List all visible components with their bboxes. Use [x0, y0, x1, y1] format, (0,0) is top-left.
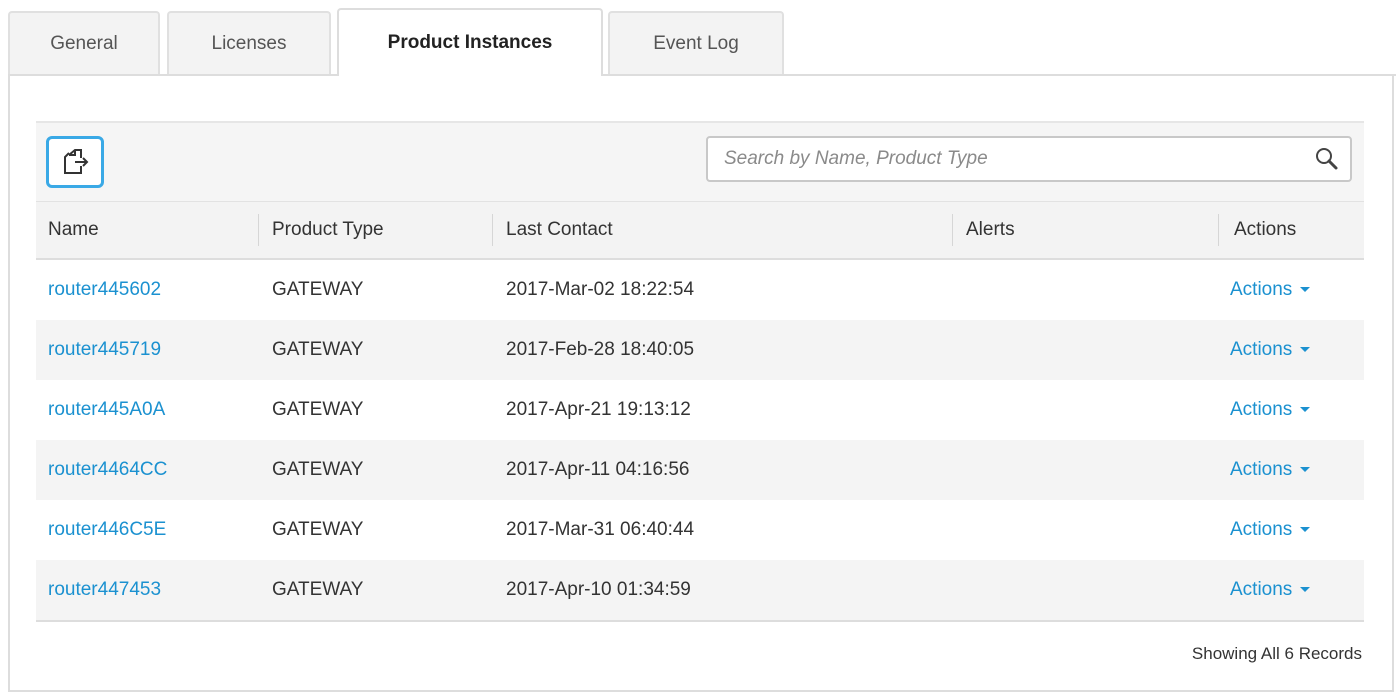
caret-down-icon: [1300, 407, 1311, 413]
column-header-product-type-label: Product Type: [272, 219, 384, 240]
table-row: router447453 GATEWAY 2017-Apr-10 01:34:5…: [36, 560, 1364, 620]
caret-down-icon: [1300, 587, 1311, 593]
column-header-actions: Actions: [1218, 202, 1364, 258]
column-header-last-contact-label: Last Contact: [506, 219, 613, 240]
last-contact-cell: 2017-Mar-31 06:40:44: [506, 519, 695, 540]
actions-label: Actions: [1230, 279, 1293, 300]
caret-down-icon: [1300, 347, 1311, 353]
export-icon: [64, 149, 89, 174]
tab-event-log-label: Event Log: [653, 32, 739, 54]
actions-dropdown[interactable]: Actions: [1230, 459, 1311, 481]
table-row: router445602 GATEWAY 2017-Mar-02 18:22:5…: [36, 260, 1364, 320]
caret-down-icon: [1300, 467, 1311, 473]
column-header-name[interactable]: Name: [48, 202, 258, 258]
column-header-actions-label: Actions: [1234, 219, 1297, 240]
actions-dropdown[interactable]: Actions: [1230, 579, 1311, 601]
tab-licenses-label: Licenses: [211, 32, 287, 54]
last-contact-cell: 2017-Feb-28 18:40:05: [506, 339, 695, 360]
product-instances-table: Name Product Type Last Contact Alerts Ac…: [36, 121, 1364, 622]
column-header-alerts[interactable]: Alerts: [952, 202, 1218, 258]
actions-dropdown[interactable]: Actions: [1230, 399, 1311, 421]
last-contact-cell: 2017-Mar-02 18:22:54: [506, 279, 695, 300]
tab-panel: Name Product Type Last Contact Alerts Ac…: [8, 76, 1394, 692]
instance-name-link[interactable]: router446C5E: [48, 519, 166, 541]
table-row: router446C5E GATEWAY 2017-Mar-31 06:40:4…: [36, 500, 1364, 560]
export-button[interactable]: [46, 136, 104, 188]
caret-down-icon: [1300, 287, 1311, 293]
instance-name-link[interactable]: router445719: [48, 339, 161, 361]
actions-dropdown[interactable]: Actions: [1230, 339, 1311, 361]
actions-label: Actions: [1230, 339, 1293, 360]
search-icon[interactable]: [1314, 146, 1340, 172]
column-header-last-contact[interactable]: Last Contact: [492, 202, 954, 258]
product-type-cell: GATEWAY: [272, 459, 364, 480]
last-contact-cell: 2017-Apr-10 01:34:59: [506, 579, 691, 600]
tab-event-log[interactable]: Event Log: [608, 11, 784, 74]
table-row: router4464CC GATEWAY 2017-Apr-11 04:16:5…: [36, 440, 1364, 500]
last-contact-cell: 2017-Apr-11 04:16:56: [506, 459, 690, 480]
tab-bar: General Licenses Product Instances Event…: [0, 0, 1396, 76]
last-contact-cell: 2017-Apr-21 19:13:12: [506, 399, 691, 420]
actions-dropdown[interactable]: Actions: [1230, 279, 1311, 301]
table-toolbar: [36, 121, 1364, 201]
product-type-cell: GATEWAY: [272, 339, 364, 360]
instance-name-link[interactable]: router445602: [48, 279, 161, 301]
tab-licenses[interactable]: Licenses: [167, 11, 331, 74]
tab-product-instances[interactable]: Product Instances: [337, 8, 603, 76]
tab-product-instances-label: Product Instances: [387, 32, 553, 53]
records-count: Showing All 6 Records: [1191, 644, 1362, 663]
search-input[interactable]: [724, 138, 1294, 180]
product-type-cell: GATEWAY: [272, 519, 364, 540]
actions-dropdown[interactable]: Actions: [1230, 519, 1311, 541]
table-row: router445719 GATEWAY 2017-Feb-28 18:40:0…: [36, 320, 1364, 380]
actions-label: Actions: [1230, 579, 1293, 600]
column-header-name-label: Name: [48, 219, 99, 240]
product-type-cell: GATEWAY: [272, 579, 364, 600]
product-type-cell: GATEWAY: [272, 399, 364, 420]
instance-name-link[interactable]: router445A0A: [48, 399, 165, 421]
tab-general[interactable]: General: [8, 11, 160, 74]
column-header-product-type[interactable]: Product Type: [258, 202, 490, 258]
table-row: router445A0A GATEWAY 2017-Apr-21 19:13:1…: [36, 380, 1364, 440]
tab-general-label: General: [50, 32, 118, 54]
column-header-alerts-label: Alerts: [966, 219, 1015, 240]
product-type-cell: GATEWAY: [272, 279, 364, 300]
caret-down-icon: [1300, 527, 1311, 533]
search-box: [706, 136, 1352, 182]
actions-label: Actions: [1230, 519, 1293, 540]
table-bottom-border: [36, 620, 1364, 622]
table-header: Name Product Type Last Contact Alerts Ac…: [36, 201, 1364, 260]
instance-name-link[interactable]: router447453: [48, 579, 161, 601]
actions-label: Actions: [1230, 459, 1293, 480]
actions-label: Actions: [1230, 399, 1293, 420]
instance-name-link[interactable]: router4464CC: [48, 459, 167, 481]
